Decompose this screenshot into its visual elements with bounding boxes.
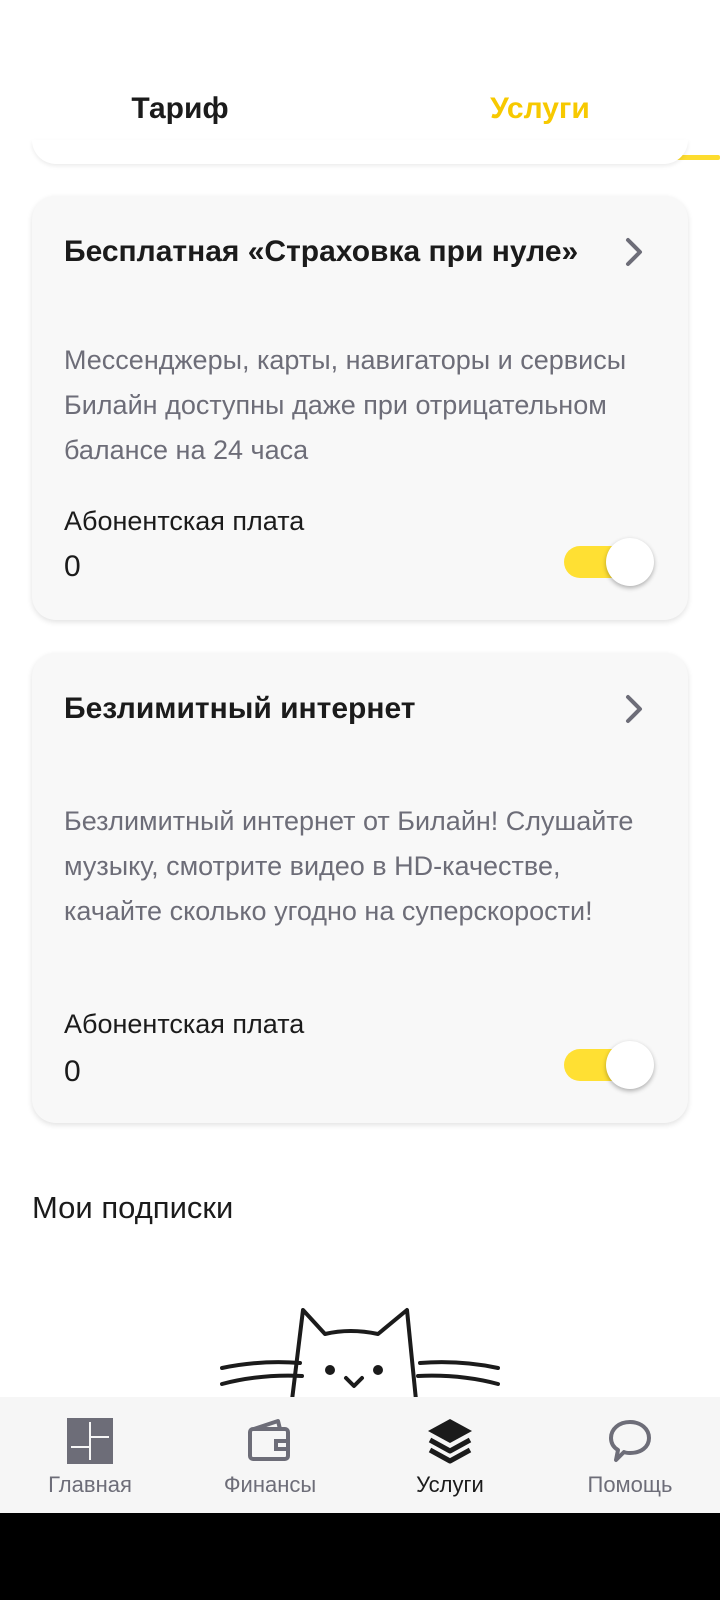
services-screen: Тариф Услуги Бесплатная «Страховка при н… (0, 0, 720, 1600)
fee-value: 0 (64, 1055, 81, 1088)
chevron-right-icon[interactable] (620, 693, 648, 725)
nav-label: Услуги (416, 1472, 484, 1497)
layers-icon (428, 1419, 472, 1464)
top-tabs: Тариф Услуги (0, 0, 720, 160)
service-card[interactable]: Безлимитный интернет Безлимитный интерне… (32, 653, 688, 1123)
service-description: Безлимитный интернет от Билайн! Слушайте… (64, 806, 634, 926)
chat-bubble-icon (609, 1420, 651, 1462)
bottom-navigation: Главная Финансы Услуги Помощь (0, 1397, 720, 1513)
chevron-right-icon[interactable] (620, 236, 648, 268)
toggle-thumb (606, 1041, 654, 1089)
service-toggle[interactable] (562, 538, 654, 586)
tab-services[interactable]: Услуги (440, 92, 640, 132)
previous-card-edge (32, 140, 688, 164)
dashboard-icon (67, 1418, 113, 1464)
service-title: Безлимитный интернет (64, 692, 416, 725)
nav-item-home[interactable]: Главная (0, 1397, 180, 1513)
nav-item-services[interactable]: Услуги (360, 1397, 540, 1513)
cat-icon (220, 1308, 500, 1400)
nav-label: Помощь (587, 1472, 673, 1497)
toggle-thumb (606, 538, 654, 586)
tab-tariff[interactable]: Тариф (80, 92, 280, 132)
nav-label: Главная (48, 1472, 132, 1497)
service-card[interactable]: Бесплатная «Страховка при нуле» Мессендж… (32, 196, 688, 620)
fee-label: Абонентская плата (64, 506, 305, 536)
fee-label: Абонентская плата (64, 1009, 305, 1039)
nav-label: Финансы (223, 1472, 317, 1497)
system-navigation-bar (0, 1513, 720, 1600)
fee-value: 0 (64, 550, 81, 583)
nav-item-help[interactable]: Помощь (540, 1397, 720, 1513)
wallet-icon (248, 1419, 290, 1461)
service-toggle[interactable] (562, 1041, 654, 1089)
service-title: Бесплатная «Страховка при нуле» (64, 235, 579, 268)
subscriptions-title: Мои подписки (32, 1190, 234, 1225)
nav-item-finance[interactable]: Финансы (180, 1397, 360, 1513)
service-description: Мессенджеры, карты, навигаторы и сервисы… (64, 345, 627, 465)
